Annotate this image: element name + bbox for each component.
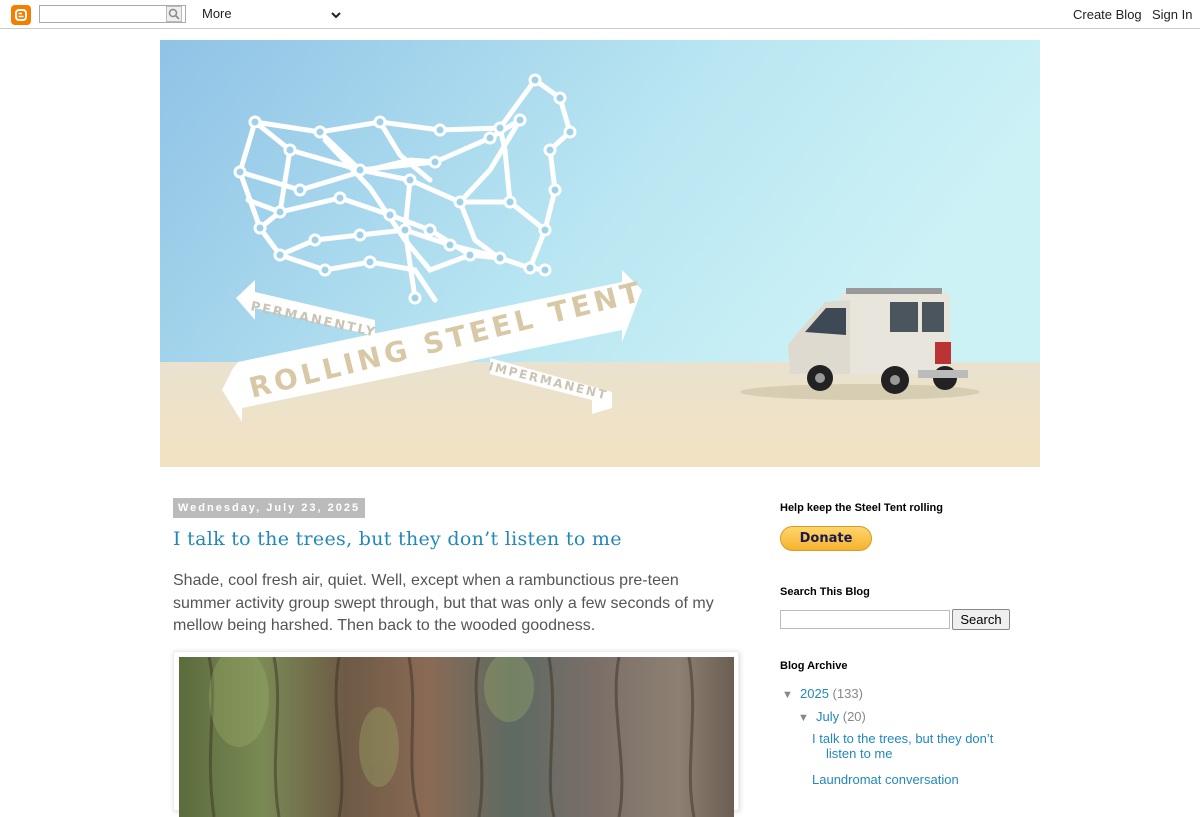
archive-year-count: (133) (832, 686, 863, 701)
archive-year-row: ▼ 2025 (133) (782, 686, 863, 701)
post-body-line: Shade, cool fresh air, quiet. Well, exce… (173, 572, 679, 589)
search-icon[interactable] (166, 6, 182, 22)
archive-month-row: ▼ July (20) (798, 709, 866, 724)
more-label: More (202, 6, 232, 21)
post-title-link[interactable]: I talk to the trees, but they don’t list… (173, 528, 622, 550)
create-blog-link[interactable]: Create Blog (1073, 7, 1142, 22)
search-button[interactable]: Search (952, 609, 1010, 630)
archive-month-link[interactable]: July (816, 709, 839, 724)
collapse-triangle-icon[interactable]: ▼ (782, 689, 800, 701)
post-photo[interactable] (179, 657, 734, 817)
blog-header-image[interactable]: PERMANENTLY ROLLING STEEL TENT IMPERMANE… (160, 40, 1040, 467)
blog-search-input[interactable] (780, 610, 950, 629)
post-date-header: Wednesday, July 23, 2025 (173, 498, 366, 518)
more-dropdown[interactable]: More (202, 6, 347, 24)
archive-heading: Blog Archive (780, 660, 848, 672)
archive-post-line: I talk to the trees, but they don’t (812, 731, 994, 746)
post-body-line: mellow being harshed. Then back to the w… (173, 617, 596, 634)
chevron-down-icon (330, 8, 342, 23)
post-body: Shade, cool fresh air, quiet. Well, exce… (173, 570, 733, 638)
post-photo-frame (173, 651, 739, 817)
archive-month-count: (20) (842, 709, 866, 724)
sign-in-link[interactable]: Sign In (1152, 7, 1192, 22)
blogger-navbar: More Create Blog Sign In (0, 0, 1200, 29)
archive-post-link[interactable]: Laundromat conversation (812, 772, 959, 787)
collapse-triangle-icon[interactable]: ▼ (798, 712, 816, 724)
blogger-logo-icon[interactable] (11, 5, 31, 25)
post-body-line: summer activity group swept through, but… (173, 594, 714, 612)
archive-post-line: listen to me (826, 746, 893, 761)
archive-year-link[interactable]: 2025 (800, 686, 829, 701)
search-heading: Search This Blog (780, 586, 870, 598)
donate-heading: Help keep the Steel Tent rolling (780, 502, 943, 514)
navbar-search-input[interactable] (39, 5, 186, 23)
archive-post-line: Laundromat conversation (812, 772, 959, 787)
archive-post-link[interactable]: I talk to the trees, but they don’t list… (812, 731, 993, 761)
donate-button[interactable]: Donate (780, 526, 872, 551)
